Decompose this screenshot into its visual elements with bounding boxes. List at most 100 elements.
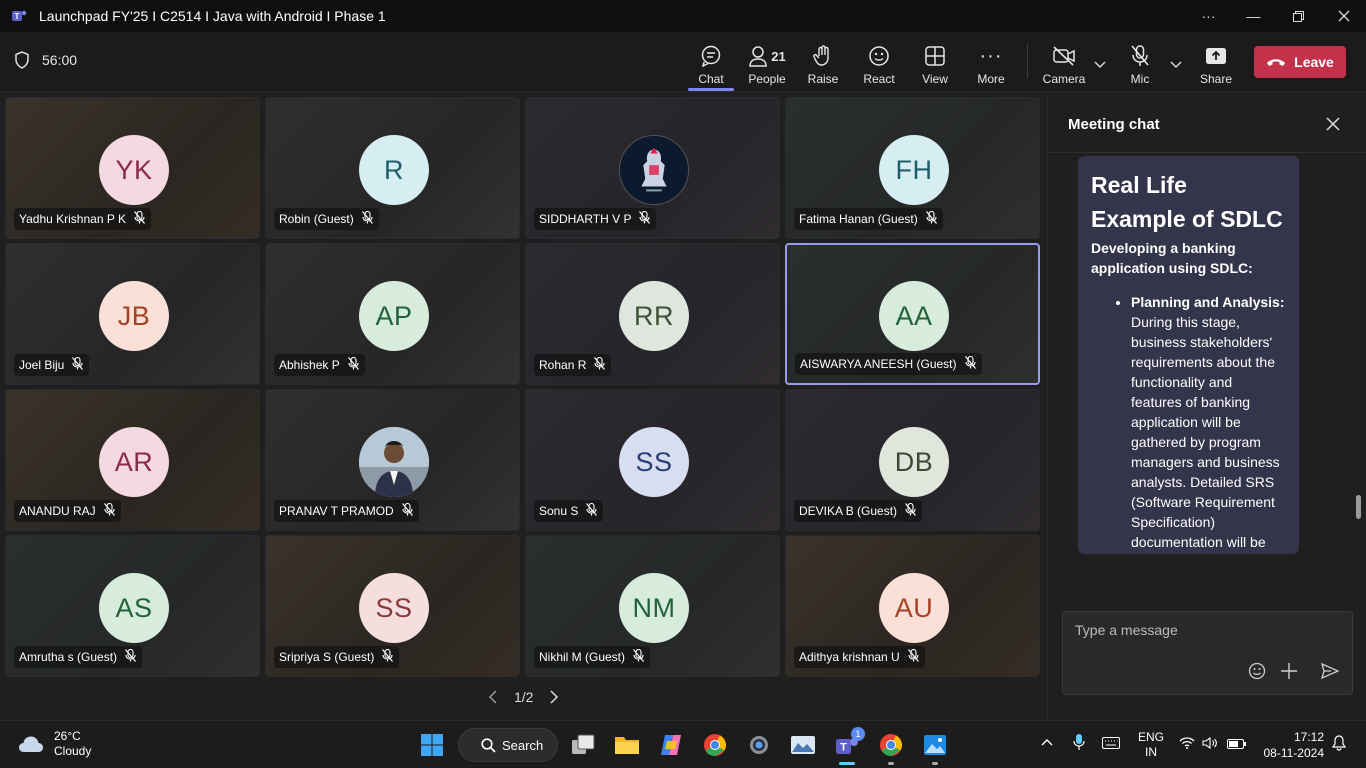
view-button[interactable]: View: [907, 42, 963, 88]
participant-tile[interactable]: AU Adithya krishnan U: [785, 535, 1040, 677]
avatar-initials: AP: [375, 300, 413, 331]
show-hidden-icons-chevron-up-icon[interactable]: [1041, 735, 1053, 749]
clock-date: 08-11-2024: [1263, 746, 1325, 760]
mic-muted-icon: [639, 210, 651, 227]
chrome-profile-button[interactable]: [875, 729, 907, 761]
react-button[interactable]: React: [851, 42, 907, 88]
participant-tile[interactable]: JB Joel Biju: [5, 243, 260, 385]
people-button[interactable]: 21 People: [739, 42, 795, 88]
avatar-initials: AS: [115, 592, 153, 623]
start-button[interactable]: [416, 729, 448, 761]
close-window-button[interactable]: [1321, 0, 1366, 32]
participant-tile[interactable]: PRANAV T PRAMOD: [265, 389, 520, 531]
window-title: Launchpad FY'25 I C2514 I Java with Andr…: [39, 8, 386, 24]
shield-icon: [15, 51, 29, 69]
participant-tile[interactable]: SIDDHARTH V P: [525, 97, 780, 239]
microphone-tray-icon[interactable]: [1073, 733, 1085, 754]
svg-text:T: T: [840, 742, 847, 754]
notification-bell-icon[interactable]: [1331, 735, 1347, 754]
participant-tile[interactable]: FH Fatima Hanan (Guest): [785, 97, 1040, 239]
participant-name: AISWARYA ANEESH (Guest): [800, 357, 957, 371]
chat-button[interactable]: Chat: [683, 42, 739, 88]
participant-tile[interactable]: AS Amrutha s (Guest): [5, 535, 260, 677]
photos-button[interactable]: [787, 729, 819, 761]
task-view-button[interactable]: [567, 729, 599, 761]
teams-app-icon: T: [12, 10, 27, 21]
share-label: Share: [1199, 72, 1233, 86]
svg-text:T: T: [15, 12, 20, 21]
notification-badge: 1: [851, 727, 865, 741]
camera-button[interactable]: Camera: [1036, 42, 1092, 88]
restore-button[interactable]: [1276, 0, 1321, 32]
participant-name-tag: Fatima Hanan (Guest): [794, 208, 943, 230]
more-options-icon[interactable]: ···: [1186, 0, 1231, 32]
participant-name-tag: Amrutha s (Guest): [14, 646, 143, 668]
raise-hand-button[interactable]: Raise: [795, 42, 851, 88]
mic-muted-icon: [103, 502, 115, 519]
hang-up-icon: [1267, 59, 1286, 66]
chevron-right-icon[interactable]: [549, 690, 559, 704]
chrome-icon: [704, 734, 726, 756]
participant-name: Robin (Guest): [279, 212, 354, 226]
volume-icon[interactable]: [1202, 736, 1218, 752]
chevron-left-icon[interactable]: [488, 690, 498, 704]
leave-button[interactable]: Leave: [1254, 46, 1346, 78]
avatar: JB: [99, 281, 169, 351]
participant-name-tag: ANANDU RAJ: [14, 500, 121, 522]
file-explorer-button[interactable]: [611, 729, 643, 761]
gallery-button[interactable]: [919, 729, 951, 761]
close-chat-button[interactable]: [1326, 115, 1340, 136]
participant-tile[interactable]: NM Nikhil M (Guest): [525, 535, 780, 677]
participant-name-tag: Nikhil M (Guest): [534, 646, 651, 668]
avatar-initials: NM: [632, 592, 676, 623]
participant-tile[interactable]: YK Yadhu Krishnan P K: [5, 97, 260, 239]
close-icon: [1326, 117, 1340, 131]
chat-scrollbar[interactable]: [1356, 495, 1361, 519]
profile-photo-icon: [359, 427, 429, 497]
message-input[interactable]: [1075, 622, 1335, 638]
keyboard-icon[interactable]: [1102, 737, 1120, 752]
participant-tile[interactable]: AP Abhishek P: [265, 243, 520, 385]
mic-muted-icon: [382, 648, 394, 665]
participant-name-tag: Robin (Guest): [274, 208, 379, 230]
minimize-button[interactable]: —: [1231, 0, 1276, 32]
mic-options-chevron-icon[interactable]: [1170, 58, 1182, 72]
weather-widget[interactable]: 26°C Cloudy: [18, 729, 91, 759]
grid-view-icon: [925, 46, 945, 66]
chat-panel-title: Meeting chat: [1068, 116, 1160, 133]
participant-tile[interactable]: AA AISWARYA ANEESH (Guest): [785, 243, 1040, 385]
participant-tile[interactable]: SS Sonu S: [525, 389, 780, 531]
taskbar-search[interactable]: Search: [458, 728, 558, 762]
copilot-button[interactable]: [655, 729, 687, 761]
participant-tile[interactable]: DB DEVIKA B (Guest): [785, 389, 1040, 531]
avatar: AS: [99, 573, 169, 643]
participant-name-tag: Joel Biju: [14, 354, 90, 376]
share-button[interactable]: Share: [1188, 42, 1244, 88]
timer-text: 56:00: [42, 52, 78, 68]
wifi-icon[interactable]: [1179, 737, 1195, 752]
message-subtitle: Developing a banking application using S…: [1091, 240, 1253, 276]
participant-tile[interactable]: AR ANANDU RAJ: [5, 389, 260, 531]
avatar-initials: FH: [895, 154, 933, 185]
plus-icon[interactable]: [1280, 662, 1298, 680]
participant-tile[interactable]: SS Sripriya S (Guest): [265, 535, 520, 677]
participant-tile[interactable]: R Robin (Guest): [265, 97, 520, 239]
copilot-icon: [661, 735, 681, 755]
input-language[interactable]: ENG IN: [1138, 730, 1164, 760]
more-button[interactable]: ··· More: [963, 42, 1019, 88]
participant-name-tag: Sripriya S (Guest): [274, 646, 400, 668]
camera-options-chevron-icon[interactable]: [1094, 58, 1106, 72]
send-icon[interactable]: [1321, 662, 1339, 680]
avatar: YK: [99, 135, 169, 205]
battery-icon[interactable]: [1227, 738, 1247, 752]
avatar-initials: RR: [634, 300, 674, 331]
emoji-icon[interactable]: [1248, 662, 1266, 680]
participant-tile[interactable]: RR Rohan R: [525, 243, 780, 385]
settings-button[interactable]: [743, 729, 775, 761]
system-clock[interactable]: 17:12 08-11-2024: [1258, 729, 1325, 761]
chrome-button[interactable]: [699, 729, 731, 761]
avatar-initials: AU: [894, 592, 934, 623]
teams-button[interactable]: T 1: [831, 727, 865, 761]
mic-button[interactable]: Mic: [1112, 42, 1168, 88]
participant-name-tag: SIDDHARTH V P: [534, 208, 657, 230]
